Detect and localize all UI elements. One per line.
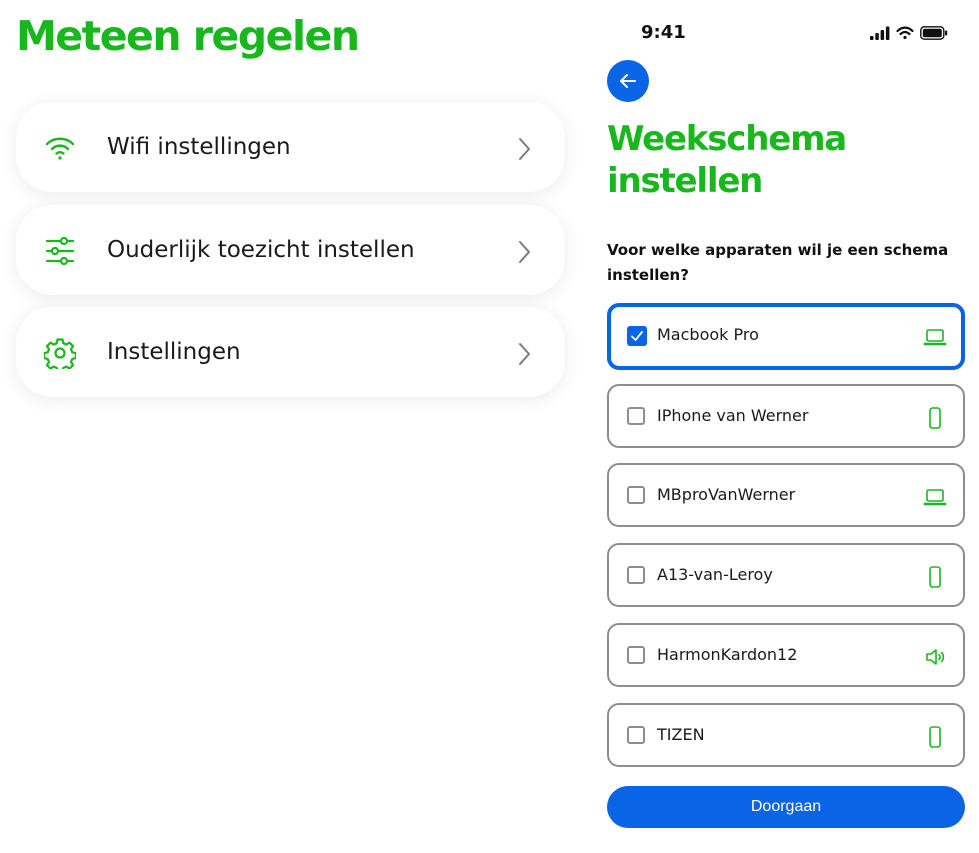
laptop-icon <box>923 329 947 346</box>
checkbox[interactable] <box>627 486 645 504</box>
wifi-icon <box>45 137 75 160</box>
phone-icon <box>929 407 941 429</box>
checkbox[interactable] <box>627 646 645 664</box>
device-name: IPhone van Werner <box>657 406 809 425</box>
checkbox[interactable] <box>627 566 645 584</box>
status-time: 9:41 <box>641 22 686 43</box>
device-name: A13-van-Leroy <box>657 565 773 584</box>
device-name: HarmonKardon12 <box>657 645 798 664</box>
device-option-harmonkardon12[interactable]: HarmonKardon12 <box>607 623 965 687</box>
checkbox[interactable] <box>627 726 645 744</box>
device-name: TIZEN <box>657 725 705 744</box>
question-text: Voor welke apparaten wil je een schema i… <box>607 241 949 284</box>
arrow-left-icon <box>620 74 636 88</box>
gear-icon <box>44 338 76 369</box>
back-button[interactable] <box>607 60 649 102</box>
menu-item-label: Ouderlijk toezicht instellen <box>107 237 415 263</box>
chevron-right-icon <box>519 138 530 160</box>
device-option-iphone-van-werner[interactable]: IPhone van Werner <box>607 384 965 448</box>
device-option-mbprovanwerner[interactable]: MBproVanWerner <box>607 463 965 527</box>
menu-item-parental-control[interactable]: Ouderlijk toezicht instellen <box>16 205 565 295</box>
menu-item-wifi[interactable]: Wifi instellingen <box>16 102 565 192</box>
status-icons <box>870 26 948 40</box>
page-title: Meteen regelen <box>16 12 360 60</box>
checkmark-icon <box>631 331 643 341</box>
battery-icon <box>920 26 948 40</box>
device-option-tizen[interactable]: TIZEN <box>607 703 965 767</box>
chevron-right-icon <box>519 241 530 263</box>
menu-item-settings[interactable]: Instellingen <box>16 307 565 397</box>
screen-title: Weekschema instellen <box>607 119 847 201</box>
continue-button[interactable]: Doorgaan <box>607 786 965 828</box>
signal-icon <box>870 26 890 40</box>
speaker-icon <box>926 649 945 665</box>
checkbox-checked[interactable] <box>627 326 647 346</box>
sliders-icon <box>45 236 75 266</box>
device-option-macbook-pro[interactable]: Macbook Pro <box>607 303 965 370</box>
laptop-icon <box>923 489 947 506</box>
menu-item-label: Instellingen <box>107 339 241 365</box>
phone-icon <box>929 566 941 588</box>
wifi-status-icon <box>896 26 914 40</box>
checkbox[interactable] <box>627 407 645 425</box>
phone-icon <box>929 726 941 748</box>
device-option-a13-van-leroy[interactable]: A13-van-Leroy <box>607 543 965 607</box>
menu-item-label: Wifi instellingen <box>107 134 291 160</box>
device-name: MBproVanWerner <box>657 485 796 504</box>
device-name: Macbook Pro <box>657 325 759 344</box>
chevron-right-icon <box>519 343 530 365</box>
